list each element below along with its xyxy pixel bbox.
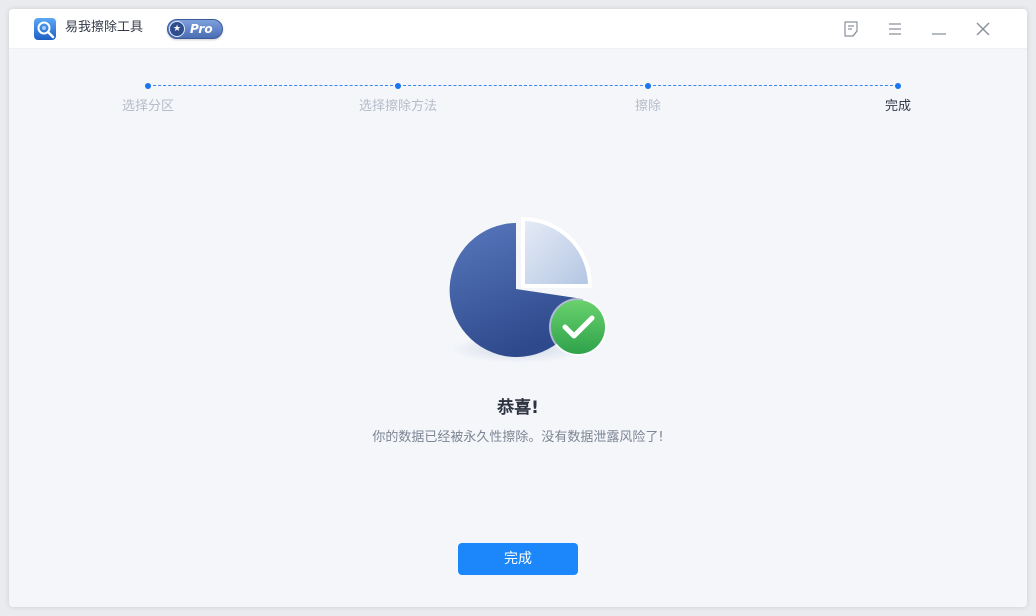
title-bar[interactable]: 易我擦除工具 ★ Pro	[9, 9, 1027, 49]
step-connector	[148, 85, 398, 86]
step-connector	[648, 85, 898, 86]
step-dot-3	[645, 83, 651, 89]
feedback-icon[interactable]	[841, 19, 861, 39]
step-dot-1	[145, 83, 151, 89]
step-label-select-partition: 选择分区	[121, 99, 174, 114]
finish-button[interactable]: 完成	[458, 543, 578, 575]
step-label-finish: 完成	[884, 99, 911, 114]
step-connector	[398, 85, 648, 86]
progress-stepper: 选择分区 选择擦除方法 擦除 完成	[9, 79, 1027, 119]
pro-badge: ★ Pro	[167, 19, 223, 39]
success-message: 你的数据已经被永久性擦除。没有数据泄露风险了!	[372, 430, 664, 445]
minimize-icon[interactable]	[929, 19, 949, 39]
app-title: 易我擦除工具	[65, 20, 144, 35]
app-window: 易我擦除工具 ★ Pro 选择分区 选择擦除方法 擦除 完成 恭喜! 你的数据已…	[9, 9, 1027, 607]
success-heading: 恭喜!	[497, 398, 539, 418]
star-icon: ★	[169, 21, 185, 37]
menu-icon[interactable]	[885, 19, 905, 39]
close-icon[interactable]	[973, 19, 993, 39]
step-label-erase: 擦除	[634, 99, 661, 114]
pro-badge-label: Pro	[190, 22, 213, 36]
success-pie-icon	[449, 216, 607, 363]
app-logo-icon	[34, 18, 56, 40]
step-dot-4	[895, 83, 901, 89]
step-dot-2	[395, 83, 401, 89]
step-label-select-method: 选择擦除方法	[358, 99, 437, 114]
